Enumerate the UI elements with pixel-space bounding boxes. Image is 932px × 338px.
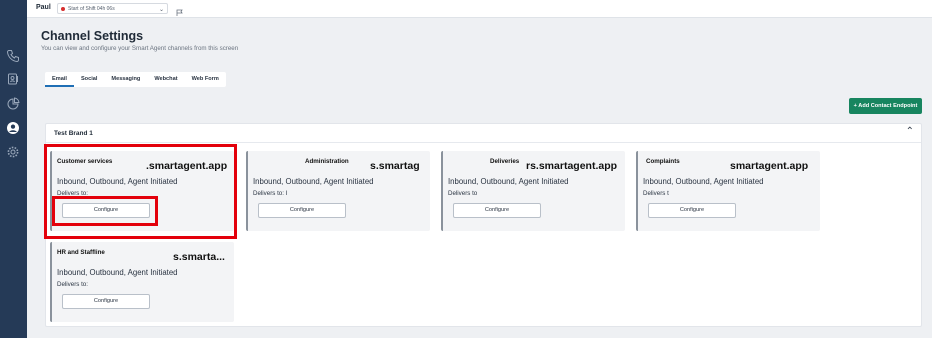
user-name: Paul bbox=[36, 4, 51, 11]
reports-icon[interactable] bbox=[6, 97, 20, 111]
top-bar: Paul Start of Shift 04h 06s ⌄ bbox=[27, 0, 932, 18]
tab-web-form[interactable]: Web Form bbox=[185, 72, 226, 87]
page-subtitle: You can view and configure your Smart Ag… bbox=[41, 45, 239, 52]
sidebar bbox=[0, 0, 27, 338]
add-contact-endpoint-button[interactable]: + Add Contact Endpoint bbox=[849, 98, 922, 114]
status-dot bbox=[61, 7, 65, 11]
endpoint-direction: Inbound, Outbound, Agent Initiated bbox=[253, 177, 374, 186]
endpoint-address: s.smartag bbox=[370, 160, 420, 172]
gear-icon[interactable] bbox=[6, 145, 20, 159]
brand-title: Test Brand 1 bbox=[54, 130, 93, 137]
chevron-down-icon: ⌄ bbox=[158, 7, 164, 13]
shift-status-dropdown[interactable]: Start of Shift 04h 06s ⌄ bbox=[57, 3, 168, 14]
endpoint-direction: Inbound, Outbound, Agent Initiated bbox=[57, 268, 178, 277]
endpoint-direction: Inbound, Outbound, Agent Initiated bbox=[448, 177, 569, 186]
endpoint-delivers-to: Delivers to bbox=[448, 190, 478, 197]
endpoint-delivers-to: Delivers t bbox=[643, 190, 669, 197]
endpoint-name: Administration bbox=[305, 158, 349, 165]
tab-social[interactable]: Social bbox=[74, 72, 104, 87]
channel-tabs: Email Social Messaging Webchat Web Form bbox=[45, 72, 226, 87]
endpoint-card: Complaints smartagent.app Inbound, Outbo… bbox=[636, 151, 820, 231]
configure-button[interactable]: Configure bbox=[648, 203, 736, 218]
endpoint-name: HR and Staffline bbox=[57, 249, 105, 256]
endpoint-address: rs.smartagent.app bbox=[526, 160, 618, 172]
endpoint-delivers-to: Delivers to: bbox=[57, 281, 88, 288]
flag-icon[interactable] bbox=[176, 4, 184, 16]
user-icon[interactable] bbox=[6, 121, 20, 135]
contacts-icon[interactable] bbox=[6, 72, 20, 86]
tab-webchat[interactable]: Webchat bbox=[147, 72, 184, 87]
configure-button[interactable]: Configure bbox=[62, 294, 150, 309]
endpoint-card: Deliveries rs.smartagent.app Inbound, Ou… bbox=[441, 151, 625, 231]
endpoint-name: Complaints bbox=[646, 158, 680, 165]
endpoint-name: Deliveries bbox=[490, 158, 520, 165]
highlight-box-configure bbox=[52, 196, 158, 226]
endpoint-card: Administration s.smartag Inbound, Outbou… bbox=[246, 151, 430, 231]
phone-icon[interactable] bbox=[6, 49, 20, 63]
page-title: Channel Settings bbox=[41, 29, 144, 43]
endpoint-address: smartagent.app bbox=[730, 160, 809, 172]
shift-status-text: Start of Shift 04h 06s bbox=[68, 5, 115, 12]
endpoint-direction: Inbound, Outbound, Agent Initiated bbox=[643, 177, 764, 186]
tab-email[interactable]: Email bbox=[45, 72, 74, 87]
tab-messaging[interactable]: Messaging bbox=[104, 72, 147, 87]
configure-button[interactable]: Configure bbox=[258, 203, 346, 218]
endpoint-card: HR and Staffline s.smarta... Inbound, Ou… bbox=[50, 242, 234, 322]
endpoint-address: s.smarta... bbox=[173, 251, 225, 263]
chevron-up-icon[interactable]: ⌃ bbox=[906, 126, 914, 137]
panel-divider bbox=[46, 142, 921, 143]
endpoint-delivers-to: Delivers to: I bbox=[253, 190, 288, 197]
configure-button[interactable]: Configure bbox=[453, 203, 541, 218]
